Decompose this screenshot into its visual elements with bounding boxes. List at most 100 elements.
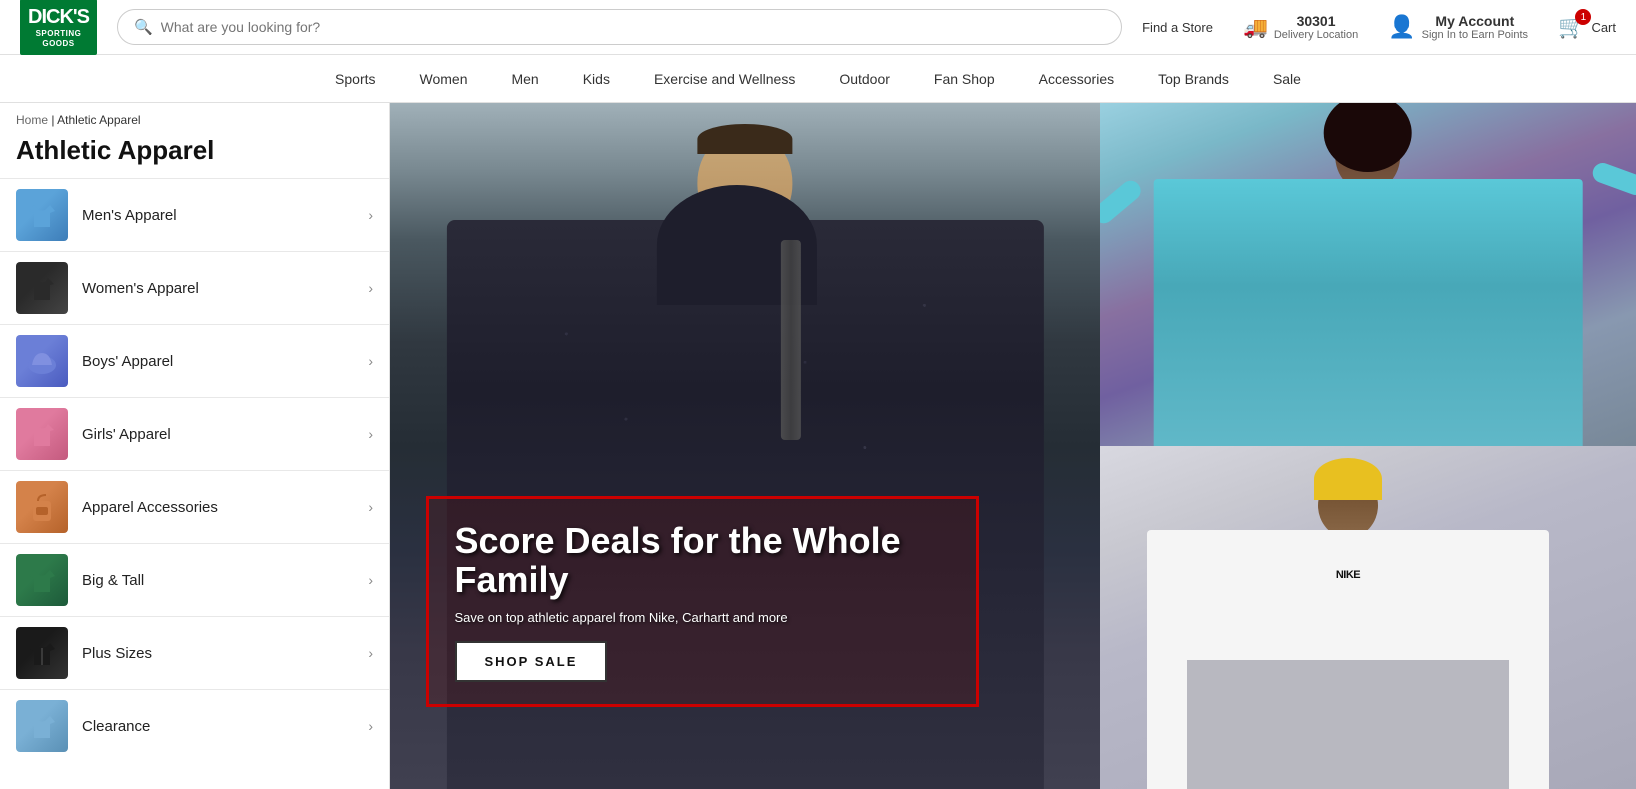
chevron-right-icon: › [368, 645, 373, 661]
sidebar-item-womens[interactable]: Women's Apparel › [0, 251, 389, 324]
promo-subtext: Save on top athletic apparel from Nike, … [455, 610, 951, 625]
chevron-right-icon: › [368, 207, 373, 223]
chevron-right-icon: › [368, 426, 373, 442]
mens-label: Men's Apparel [82, 207, 354, 224]
sidebar-item-mens[interactable]: Men's Apparel › [0, 178, 389, 251]
bigtall-thumb [16, 554, 68, 606]
logo[interactable]: DICK'S SPORTING GOODS [20, 0, 97, 55]
clearance-shirt-icon [24, 708, 60, 744]
promo-headline: Score Deals for the Whole Family [455, 521, 951, 600]
delivery-truck-icon: 🚚 [1243, 15, 1268, 40]
sidebar-item-bigtall[interactable]: Big & Tall › [0, 543, 389, 616]
sidebar-item-accessories[interactable]: Apparel Accessories › [0, 470, 389, 543]
sidebar-item-clearance[interactable]: Clearance › [0, 689, 389, 762]
kid-pants [1187, 660, 1508, 789]
breadcrumb-current: Athletic Apparel [57, 113, 140, 127]
content-area: Home | Athletic Apparel Athletic Apparel… [0, 103, 1636, 789]
page-title: Athletic Apparel [0, 131, 389, 178]
search-input[interactable] [161, 19, 1105, 35]
backpack-icon [24, 489, 60, 525]
boys-hat-icon [24, 343, 60, 379]
chevron-right-icon: › [368, 353, 373, 369]
bigtall-label: Big & Tall [82, 572, 354, 589]
sidebar: Home | Athletic Apparel Athletic Apparel… [0, 103, 390, 789]
main-nav: Sports Women Men Kids Exercise and Welln… [0, 55, 1636, 103]
cart-badge: 1 [1575, 9, 1591, 25]
cart-icon-wrapper: 🛒 1 [1558, 14, 1585, 40]
woman-body-teal [1154, 179, 1583, 446]
plus-thumb [16, 627, 68, 679]
man-hair [698, 124, 793, 154]
nike-logo-text: NIKE [1336, 569, 1360, 581]
logo-sub2: GOODS [28, 39, 89, 49]
account-sub: Sign In to Earn Points [1422, 29, 1528, 41]
chevron-right-icon: › [368, 718, 373, 734]
nav-women[interactable]: Women [398, 55, 490, 102]
nav-kids[interactable]: Kids [561, 55, 632, 102]
nav-sale[interactable]: Sale [1251, 55, 1323, 102]
nav-outdoor[interactable]: Outdoor [817, 55, 912, 102]
plus-jacket-icon [24, 635, 60, 671]
shop-sale-button[interactable]: SHOP SALE [455, 641, 608, 682]
accessories-label: Apparel Accessories [82, 499, 354, 516]
nav-exercise[interactable]: Exercise and Wellness [632, 55, 817, 102]
sidebar-item-boys[interactable]: Boys' Apparel › [0, 324, 389, 397]
clearance-thumb [16, 700, 68, 752]
right-arm [1590, 160, 1636, 198]
boys-label: Boys' Apparel [82, 353, 354, 370]
nav-men[interactable]: Men [489, 55, 560, 102]
nav-sports[interactable]: Sports [313, 55, 397, 102]
girls-shirt-icon [24, 416, 60, 452]
sidebar-item-plus[interactable]: Plus Sizes › [0, 616, 389, 689]
accessories-thumb [16, 481, 68, 533]
mens-shirt-icon [24, 197, 60, 233]
kid-beanie [1314, 458, 1382, 500]
hero-images: Score Deals for the Whole Family Save on… [390, 103, 1636, 789]
delivery-zip: 30301 [1274, 13, 1358, 29]
sidebar-item-girls[interactable]: Girls' Apparel › [0, 397, 389, 470]
chevron-right-icon: › [368, 499, 373, 515]
womens-shirt-icon [24, 270, 60, 306]
kid-shirt: NIKE [1147, 530, 1549, 789]
header: DICK'S SPORTING GOODS 🔍 Find a Store 🚚 3… [0, 0, 1636, 55]
hero-kid-panel: NIKE [1100, 446, 1636, 789]
delivery-label: Delivery Location [1274, 29, 1358, 41]
delivery-action[interactable]: 🚚 30301 Delivery Location [1243, 13, 1358, 41]
account-label: My Account [1422, 13, 1528, 29]
mens-thumb [16, 189, 68, 241]
womens-label: Women's Apparel [82, 280, 354, 297]
chevron-right-icon: › [368, 572, 373, 588]
kid-figure: NIKE [1147, 473, 1549, 789]
girls-label: Girls' Apparel [82, 426, 354, 443]
logo-text: DICK'S [28, 5, 89, 29]
cart-label: Cart [1591, 20, 1616, 35]
header-actions: Find a Store 🚚 30301 Delivery Location 👤… [1142, 13, 1616, 41]
woman-active-figure [1154, 120, 1583, 446]
nav-topbrands[interactable]: Top Brands [1136, 55, 1251, 102]
clearance-label: Clearance [82, 718, 354, 735]
chevron-right-icon: › [368, 280, 373, 296]
hero-man-panel: Score Deals for the Whole Family Save on… [390, 103, 1100, 789]
backpack-strap [781, 240, 801, 440]
find-store-action[interactable]: Find a Store [1142, 20, 1213, 35]
left-arm [1100, 176, 1144, 227]
person-icon: 👤 [1388, 14, 1415, 40]
nav-fanshop[interactable]: Fan Shop [912, 55, 1017, 102]
logo-sub1: SPORTING [28, 29, 89, 39]
breadcrumb-home[interactable]: Home [16, 113, 48, 127]
promo-overlay: Score Deals for the Whole Family Save on… [426, 496, 980, 707]
womens-thumb [16, 262, 68, 314]
find-store-label: Find a Store [1142, 20, 1213, 35]
bigtall-shirt-icon [24, 562, 60, 598]
hero-woman-active-panel [1100, 103, 1636, 446]
cart-action[interactable]: 🛒 1 Cart [1558, 14, 1616, 40]
search-bar[interactable]: 🔍 [117, 9, 1122, 45]
boys-thumb [16, 335, 68, 387]
nav-accessories[interactable]: Accessories [1017, 55, 1136, 102]
plus-label: Plus Sizes [82, 645, 354, 662]
breadcrumb-separator: | [51, 113, 54, 127]
search-icon: 🔍 [134, 18, 153, 36]
girls-thumb [16, 408, 68, 460]
breadcrumb: Home | Athletic Apparel [0, 103, 389, 131]
account-action[interactable]: 👤 My Account Sign In to Earn Points [1388, 13, 1528, 41]
